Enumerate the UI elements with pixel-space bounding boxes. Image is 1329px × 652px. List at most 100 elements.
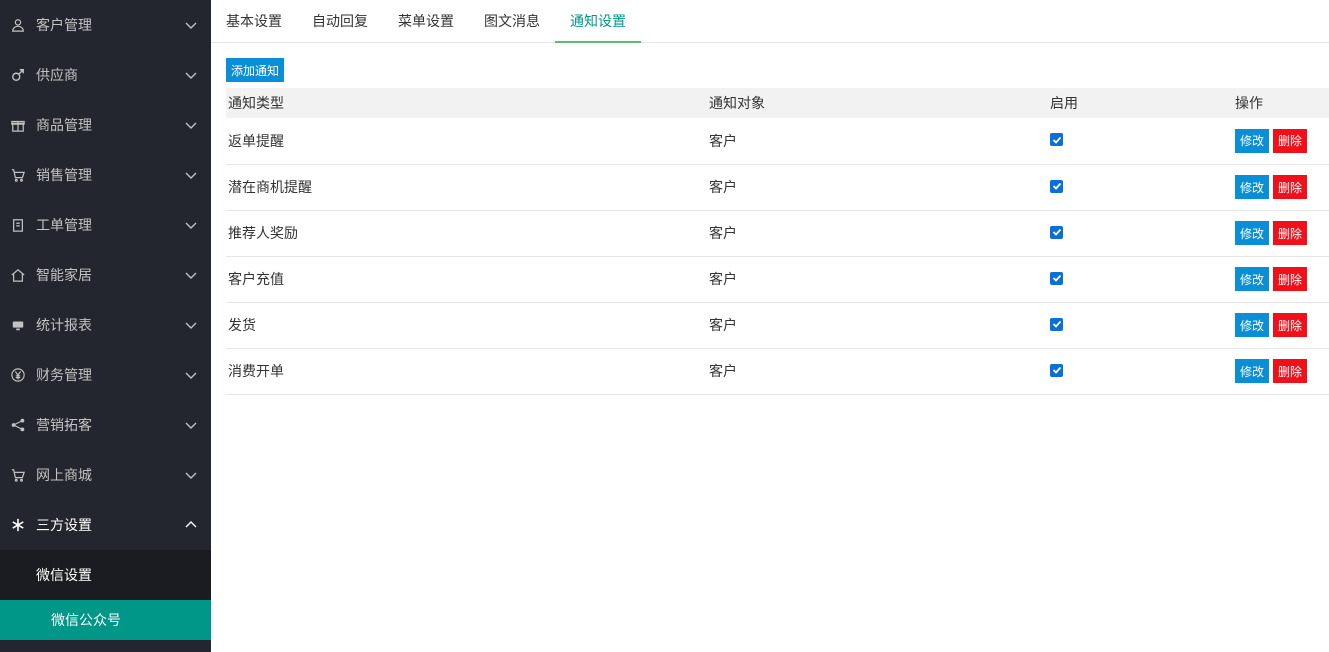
- sidebar-item-label: 供应商: [36, 68, 78, 84]
- table-row: 客户充值 客户 修改 删除: [226, 256, 1329, 303]
- edit-button[interactable]: 修改: [1235, 313, 1269, 337]
- chevron-up-icon: [185, 519, 197, 531]
- actions-cell: 修改 删除: [1233, 118, 1329, 165]
- chevron-down-icon: [185, 119, 197, 131]
- male-icon: [10, 67, 26, 83]
- sidebar: 客户管理 供应商 商品管理 销售管理 工单管理 智能家居 统计报表 财务管理 营…: [0, 0, 211, 652]
- notification-type-cell: 发货: [226, 302, 707, 349]
- delete-button[interactable]: 删除: [1273, 267, 1307, 291]
- tab-rich-media[interactable]: 图文消息: [469, 0, 555, 42]
- sidebar-item-work-order[interactable]: 工单管理: [0, 200, 211, 250]
- main-content: 基本设置 自动回复 菜单设置 图文消息 通知设置 添加通知 通知类型 通知对象 …: [211, 0, 1329, 652]
- sidebar-item-product-management[interactable]: 商品管理: [0, 100, 211, 150]
- share-icon: [10, 417, 26, 433]
- enabled-checkbox[interactable]: [1050, 317, 1063, 331]
- notification-type-cell: 消费开单: [226, 348, 707, 395]
- sidebar-item-label: 智能家居: [36, 268, 92, 284]
- notification-type-cell: 潜在商机提醒: [226, 164, 707, 211]
- sidebar-item-label: 客户管理: [36, 18, 92, 34]
- edit-button[interactable]: 修改: [1235, 128, 1269, 153]
- tab-bar: 基本设置 自动回复 菜单设置 图文消息 通知设置: [211, 0, 1329, 43]
- monitor-icon: [10, 317, 26, 333]
- enabled-checkbox[interactable]: [1050, 133, 1063, 147]
- home-icon: [10, 267, 26, 283]
- sidebar-item-supplier[interactable]: 供应商: [0, 50, 211, 100]
- sidebar-item-third-party-settings[interactable]: 三方设置: [0, 500, 211, 550]
- user-icon: [10, 17, 26, 33]
- enabled-checkbox[interactable]: [1050, 363, 1063, 377]
- snowflake-icon: [10, 517, 26, 533]
- table-row: 消费开单 客户 修改 删除: [226, 348, 1329, 395]
- sidebar-item-label: 统计报表: [36, 318, 92, 334]
- column-header-target: 通知对象: [707, 88, 1048, 118]
- tab-basic-settings[interactable]: 基本设置: [211, 0, 297, 42]
- enabled-cell: [1048, 348, 1233, 395]
- edit-button[interactable]: 修改: [1235, 267, 1269, 291]
- sidebar-item-marketing[interactable]: 营销拓客: [0, 400, 211, 450]
- enabled-checkbox[interactable]: [1050, 225, 1063, 239]
- sidebar-item-label: 商品管理: [36, 118, 92, 134]
- actions-cell: 修改 删除: [1233, 256, 1329, 303]
- enabled-checkbox[interactable]: [1050, 271, 1063, 285]
- column-header-enabled: 启用: [1048, 88, 1233, 118]
- column-header-actions: 操作: [1233, 88, 1329, 118]
- notification-type-cell: 推荐人奖励: [226, 210, 707, 257]
- sidebar-item-label: 三方设置: [36, 518, 92, 534]
- chevron-down-icon: [185, 419, 197, 431]
- sidebar-item-finance-management[interactable]: 财务管理: [0, 350, 211, 400]
- table-row: 潜在商机提醒 客户 修改 删除: [226, 164, 1329, 211]
- chevron-down-icon: [185, 219, 197, 231]
- column-header-type: 通知类型: [226, 88, 707, 118]
- notification-target-cell: 客户: [707, 118, 1048, 165]
- enabled-cell: [1048, 118, 1233, 165]
- chevron-down-icon: [185, 69, 197, 81]
- table-header-row: 通知类型 通知对象 启用 操作: [226, 88, 1329, 118]
- tab-notification-settings[interactable]: 通知设置: [555, 0, 641, 43]
- sidebar-item-customer-management[interactable]: 客户管理: [0, 0, 211, 50]
- notification-target-cell: 客户: [707, 164, 1048, 211]
- actions-cell: 修改 删除: [1233, 210, 1329, 257]
- delete-button[interactable]: 删除: [1273, 313, 1307, 337]
- actions-cell: 修改 删除: [1233, 302, 1329, 349]
- sidebar-item-sales-management[interactable]: 销售管理: [0, 150, 211, 200]
- edit-button[interactable]: 修改: [1235, 221, 1269, 245]
- sidebar-item-online-mall[interactable]: 网上商城: [0, 450, 211, 500]
- sidebar-item-label: 营销拓客: [36, 418, 92, 434]
- sidebar-subitem-wechat-settings[interactable]: 微信设置: [0, 550, 211, 600]
- add-notification-button[interactable]: 添加通知: [226, 58, 285, 82]
- notification-target-cell: 客户: [707, 302, 1048, 349]
- notification-target-cell: 客户: [707, 348, 1048, 395]
- sidebar-item-label: 销售管理: [36, 168, 92, 184]
- delete-button[interactable]: 删除: [1273, 359, 1307, 383]
- notification-type-cell: 返单提醒: [226, 118, 707, 165]
- table-row: 返单提醒 客户 修改 删除: [226, 118, 1329, 165]
- chevron-down-icon: [185, 319, 197, 331]
- notification-target-cell: 客户: [707, 210, 1048, 257]
- sidebar-subitem-wechat-official-account[interactable]: 微信公众号: [0, 600, 211, 640]
- clipboard-icon: [10, 217, 26, 233]
- table-row: 推荐人奖励 客户 修改 删除: [226, 210, 1329, 257]
- actions-cell: 修改 删除: [1233, 164, 1329, 211]
- enabled-cell: [1048, 164, 1233, 211]
- sidebar-item-smart-home[interactable]: 智能家居: [0, 250, 211, 300]
- tab-auto-reply[interactable]: 自动回复: [297, 0, 383, 42]
- gift-icon: [10, 117, 26, 133]
- enabled-cell: [1048, 256, 1233, 303]
- enabled-checkbox[interactable]: [1050, 179, 1063, 193]
- edit-button[interactable]: 修改: [1235, 175, 1269, 199]
- edit-button[interactable]: 修改: [1235, 359, 1269, 383]
- delete-button[interactable]: 删除: [1273, 175, 1307, 199]
- enabled-cell: [1048, 210, 1233, 257]
- chevron-down-icon: [185, 19, 197, 31]
- delete-button[interactable]: 删除: [1273, 221, 1307, 245]
- delete-button[interactable]: 删除: [1273, 128, 1307, 153]
- sidebar-item-label: 工单管理: [36, 218, 92, 234]
- notification-type-cell: 客户充值: [226, 256, 707, 303]
- sidebar-item-label: 财务管理: [36, 368, 92, 384]
- sidebar-submenu: 微信设置 微信公众号: [0, 550, 211, 640]
- sidebar-item-statistics-report[interactable]: 统计报表: [0, 300, 211, 350]
- chevron-down-icon: [185, 269, 197, 281]
- tab-menu-settings[interactable]: 菜单设置: [383, 0, 469, 42]
- notification-target-cell: 客户: [707, 256, 1048, 303]
- actions-cell: 修改 删除: [1233, 348, 1329, 395]
